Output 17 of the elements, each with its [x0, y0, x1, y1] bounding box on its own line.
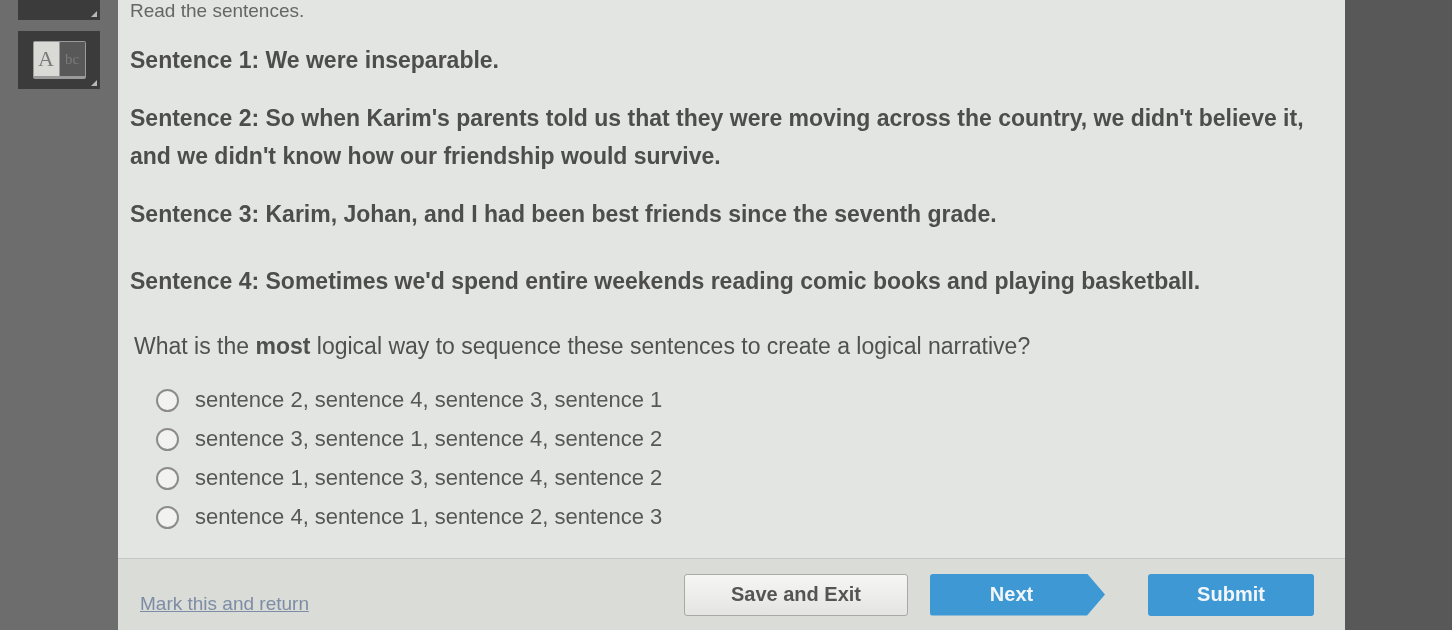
save-exit-button[interactable]: Save and Exit [684, 573, 908, 616]
instruction-text: Read the sentences. [130, 0, 306, 22]
radio-button[interactable] [156, 466, 179, 490]
corner-triangle-icon [91, 11, 97, 17]
corner-triangle-icon [91, 80, 97, 86]
radio-button[interactable] [156, 388, 179, 412]
sentence-text: Sentence 3: Karim, Johan, and I had been best friends since the seventh grade. [130, 200, 998, 229]
sentence-text: Sentence 2: So when Karim's parents told us that they were moving across the country, we didn't believe it, and we didn't know how our friendship would survive. [130, 104, 1305, 171]
tool-tile[interactable] [18, 0, 100, 20]
next-button[interactable]: Next [930, 573, 1105, 616]
book-page: A [33, 42, 59, 76]
sentence-text: Sentence 4: Sometimes we'd spend entire weekends reading comic books and playing basketball. [130, 267, 1202, 296]
submit-button[interactable]: Submit [1148, 573, 1314, 616]
question-text: What is the most logical way to sequence these sentences to create a logical narrative? [134, 332, 1032, 361]
sentence-text: Sentence 1: We were inseparable. [130, 46, 500, 75]
radio-button[interactable] [156, 505, 179, 529]
radio-button[interactable] [156, 427, 179, 451]
